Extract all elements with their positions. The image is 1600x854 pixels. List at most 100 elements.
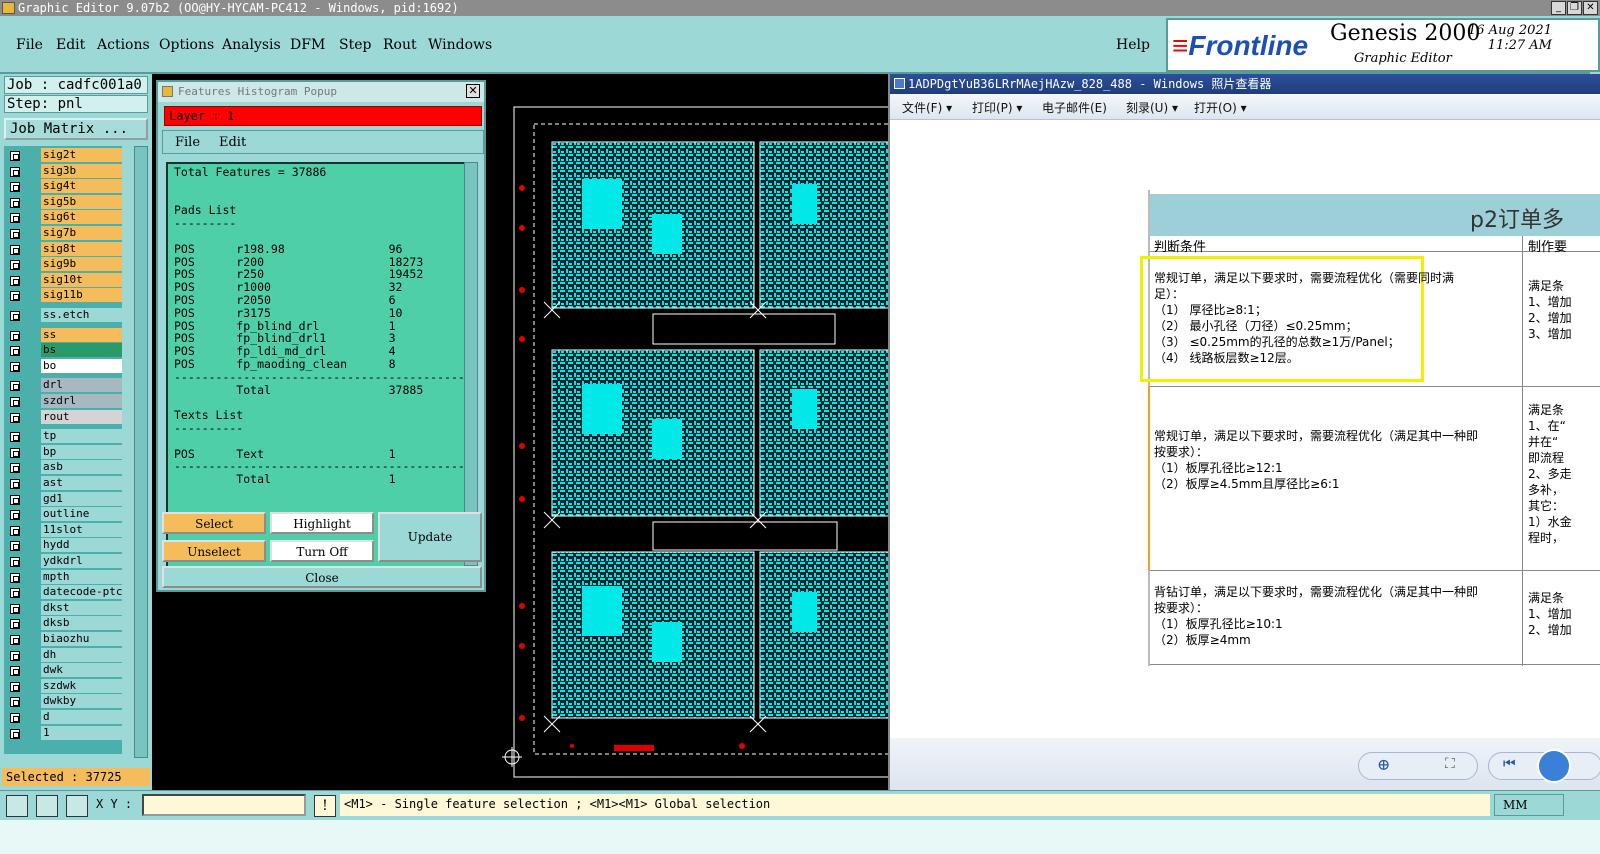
layer-checkbox[interactable] bbox=[10, 361, 20, 372]
layer-checkbox[interactable] bbox=[10, 330, 20, 341]
layer-checkbox[interactable] bbox=[10, 447, 20, 458]
layer-name[interactable]: sig5b bbox=[41, 194, 122, 209]
layer-name[interactable]: sig4t bbox=[41, 179, 122, 194]
layer-name[interactable]: datecode-ptc bbox=[41, 585, 122, 600]
layer-checkbox[interactable] bbox=[10, 346, 20, 357]
layer-checkbox[interactable] bbox=[10, 182, 20, 193]
layer-name[interactable]: sig9b bbox=[41, 257, 122, 272]
layer-row[interactable]: 11slot bbox=[4, 522, 122, 538]
pv-menu-file[interactable]: 文件(F) ▾ bbox=[902, 99, 952, 116]
layer-checkbox[interactable] bbox=[10, 728, 20, 739]
layer-row[interactable]: rout bbox=[4, 409, 122, 425]
layer-row[interactable]: tp bbox=[4, 429, 122, 444]
layer-name[interactable]: sig10t bbox=[41, 272, 122, 287]
menu-file[interactable]: File bbox=[16, 37, 43, 53]
layer-name[interactable]: dwkby bbox=[41, 694, 122, 709]
turn-off-button[interactable]: Turn Off bbox=[270, 540, 374, 562]
layer-checkbox[interactable] bbox=[10, 666, 20, 677]
layer-name[interactable]: mpth bbox=[41, 569, 122, 584]
highlight-button[interactable]: Highlight bbox=[270, 512, 374, 534]
layer-checkbox[interactable] bbox=[10, 557, 20, 567]
zoom-icon[interactable]: ⊕ bbox=[1377, 755, 1390, 774]
histogram-scrollbar[interactable] bbox=[464, 162, 478, 566]
update-button[interactable]: Update bbox=[378, 512, 482, 562]
menu-actions[interactable]: Actions bbox=[97, 37, 150, 53]
layer-row[interactable]: sig3b bbox=[4, 163, 122, 179]
layer-name[interactable]: tp bbox=[41, 429, 122, 444]
layer-row[interactable]: biaozhu bbox=[4, 632, 122, 647]
layer-checkbox[interactable] bbox=[10, 151, 20, 161]
layer-checkbox[interactable] bbox=[10, 397, 20, 407]
layer-row[interactable]: sig5b bbox=[4, 194, 122, 210]
layer-row[interactable]: sig8t bbox=[4, 241, 122, 257]
layer-name[interactable]: biaozhu bbox=[41, 632, 122, 646]
layer-name[interactable]: hydd bbox=[41, 538, 122, 553]
fit-window-icon[interactable]: ⛶ bbox=[1445, 756, 1455, 772]
layer-row[interactable]: hydd bbox=[4, 538, 122, 553]
popup-menu-file[interactable]: File bbox=[175, 135, 200, 150]
layer-checkbox[interactable] bbox=[10, 311, 20, 321]
layer-row[interactable]: szdrl bbox=[4, 394, 122, 409]
layer-checkbox[interactable] bbox=[10, 650, 20, 661]
layer-name[interactable]: dh bbox=[41, 647, 122, 662]
layer-checkbox[interactable] bbox=[10, 166, 20, 177]
layer-name[interactable]: szdrl bbox=[41, 394, 122, 408]
grid-icon[interactable] bbox=[66, 795, 88, 817]
layer-name[interactable]: bs bbox=[41, 343, 122, 358]
layer-name[interactable]: dwk bbox=[41, 663, 122, 678]
popup-menu-edit[interactable]: Edit bbox=[219, 135, 246, 150]
measure-icon[interactable] bbox=[36, 795, 58, 817]
layer-row[interactable]: sig6t bbox=[4, 210, 122, 225]
layer-checkbox[interactable] bbox=[10, 197, 20, 208]
close-button[interactable]: Close bbox=[162, 566, 482, 588]
layer-row[interactable]: bo bbox=[4, 358, 122, 374]
layer-checkbox[interactable] bbox=[10, 588, 20, 599]
layer-row[interactable]: 1 bbox=[4, 725, 122, 741]
layer-name[interactable]: sig2t bbox=[41, 148, 122, 162]
histogram-text-area[interactable]: Total Features = 37886 Pads List -------… bbox=[166, 162, 470, 572]
layer-checkbox[interactable] bbox=[10, 213, 20, 224]
pv-menu-open[interactable]: 打开(O) ▾ bbox=[1194, 99, 1247, 116]
layer-checkbox[interactable] bbox=[10, 619, 20, 630]
layer-checkbox[interactable] bbox=[10, 275, 20, 286]
menu-analysis[interactable]: Analysis bbox=[222, 37, 281, 53]
layer-row[interactable]: mpth bbox=[4, 569, 122, 585]
layer-name[interactable]: 11slot bbox=[41, 522, 122, 537]
layer-checkbox[interactable] bbox=[10, 525, 20, 536]
layer-row[interactable]: sig2t bbox=[4, 148, 122, 163]
pv-menu-email[interactable]: 电子邮件(E) bbox=[1042, 99, 1107, 116]
layer-row[interactable]: drl bbox=[4, 378, 122, 393]
layer-row[interactable]: asb bbox=[4, 460, 122, 475]
layer-row[interactable]: gd1 bbox=[4, 491, 122, 507]
layer-checkbox[interactable] bbox=[10, 603, 20, 614]
xy-input[interactable] bbox=[142, 794, 306, 816]
layer-name[interactable]: rout bbox=[41, 409, 122, 424]
layer-row[interactable]: sig10t bbox=[4, 272, 122, 288]
previous-icon[interactable]: ⏮ bbox=[1503, 756, 1516, 772]
layer-name[interactable]: ast bbox=[41, 476, 122, 490]
menu-edit[interactable]: Edit bbox=[56, 37, 85, 53]
layer-checkbox[interactable] bbox=[10, 494, 20, 505]
layer-checkbox[interactable] bbox=[10, 432, 20, 443]
layer-name[interactable]: szdwk bbox=[41, 678, 122, 693]
layer-name[interactable]: sig7b bbox=[41, 226, 122, 240]
layer-row[interactable]: dh bbox=[4, 647, 122, 663]
layer-row[interactable]: sig9b bbox=[4, 257, 122, 272]
alert-icon[interactable]: ! bbox=[314, 795, 336, 817]
layer-checkbox[interactable] bbox=[10, 381, 20, 392]
layer-name[interactable]: dkst bbox=[41, 600, 122, 615]
pv-menu-burn[interactable]: 刻录(U) ▾ bbox=[1126, 99, 1178, 116]
menu-windows[interactable]: Windows bbox=[428, 37, 492, 53]
layer-name[interactable]: ss bbox=[41, 327, 122, 342]
job-matrix-button[interactable]: Job Matrix ... bbox=[4, 118, 148, 140]
layer-checkbox[interactable] bbox=[10, 713, 20, 723]
layer-row[interactable]: ast bbox=[4, 476, 122, 491]
layer-name[interactable]: bp bbox=[41, 444, 122, 459]
layer-name[interactable]: d bbox=[41, 710, 122, 724]
popup-title-bar[interactable]: Features Histogram Popup bbox=[158, 82, 484, 102]
menu-help[interactable]: Help bbox=[1116, 37, 1150, 53]
layer-checkbox[interactable] bbox=[10, 572, 20, 583]
layer-row[interactable]: outline bbox=[4, 507, 122, 522]
layer-checkbox[interactable] bbox=[10, 510, 20, 521]
layer-checkbox[interactable] bbox=[10, 291, 20, 302]
